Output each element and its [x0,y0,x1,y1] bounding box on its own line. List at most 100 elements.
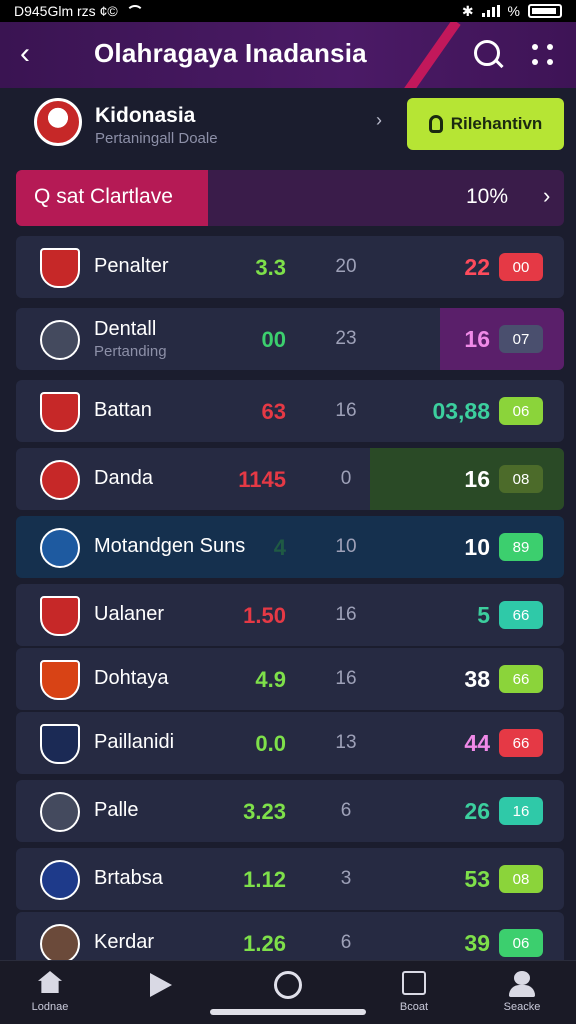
row-value-points: 22 [464,254,490,280]
more-dots-icon [532,59,538,65]
nav-edit[interactable]: Bcoat [364,965,464,1021]
row-team-name: Paillanidi [94,731,175,753]
search-button[interactable] [470,36,506,72]
row-value-points: 10 [464,534,490,560]
team-crest-icon [40,724,80,764]
row-badge: 16 [499,797,543,825]
row-value-points: 53 [464,866,490,892]
row-value-points: 26 [464,798,490,824]
nav-profile[interactable]: Seacke [472,965,572,1021]
notify-button[interactable]: Rilehantivn [407,98,564,150]
row-team-name: Battan [94,399,152,421]
standings-row[interactable]: Ualaner 1.50 16 5 66 [16,584,564,646]
more-dots-icon [547,59,553,65]
row-value-secondary: 3 [340,868,352,889]
status-bar: D945Glm rzs ¢© ✱ % [0,0,576,22]
standings-row[interactable]: Dentall Pertanding 00 23 16 07 [16,308,564,370]
edit-icon [402,971,426,995]
row-value-secondary: 10 [335,536,357,557]
row-value-points: 38 [464,666,490,692]
row-team-subtitle: Pertanding [94,343,167,360]
row-value-secondary: 6 [340,800,352,821]
row-value-secondary: 20 [335,256,357,277]
nav-home-label: Lodnae [31,1001,69,1013]
standings-row[interactable]: Palle 3.23 6 26 16 [16,780,564,842]
row-team-name: Dentall [94,318,157,340]
battery-icon [528,4,562,18]
nav-home[interactable]: Lodnae [0,965,100,1021]
search-icon-handle [494,58,504,69]
row-team-name: Dohtaya [94,667,169,689]
standings-row[interactable]: Dohtaya 4.9 16 38 66 [16,648,564,710]
standings-row[interactable]: Motandgen Suns 4 10 10 89 [16,516,564,578]
row-team-name: Palle [94,799,139,821]
nav-profile-label: Seacke [503,1001,541,1013]
progress-label-text: sat Clartlave [56,185,173,208]
row-value-primary: 1.26 [243,931,286,956]
notify-button-label: Rilehantivn [450,114,543,133]
row-value-secondary: 16 [335,668,357,689]
signal-icon [481,5,500,17]
row-badge: 06 [499,397,543,425]
chevron-right-icon: › [543,183,551,208]
row-value-primary: 0.0 [255,731,286,756]
row-value-secondary: 16 [335,604,357,625]
row-value-primary: 63 [261,399,286,424]
battery-percent: % [507,3,520,19]
more-dots-icon [547,44,553,50]
play-icon [150,973,172,997]
more-options-button[interactable] [528,40,560,72]
row-value-secondary: 0 [340,468,352,489]
row-value-points: 5 [477,602,490,628]
bell-icon [428,115,443,133]
row-value-primary: 3.3 [255,255,286,280]
page-title: Olahragaya Inadansia [94,38,367,68]
status-time: D945Glm rzs ¢© [14,3,118,19]
standings-list: Penalter 3.3 20 22 00 Dentall Pertanding 00 23 16… [16,236,564,974]
header-accent-stripe [389,22,461,88]
row-value-secondary: 6 [340,932,352,953]
row-badge: 66 [499,601,543,629]
standings-row[interactable]: Penalter 3.3 20 22 00 [16,236,564,298]
row-value-primary: 1.50 [243,603,286,628]
row-badge: 08 [499,465,543,493]
back-arrow-icon: ‹ [20,37,30,70]
standings-row[interactable]: Battan 63 16 03,88 06 [16,380,564,442]
team-subtitle: Pertaningall Doale [95,130,218,147]
season-progress-row[interactable]: Q sat Clartlave 10% › [16,170,564,226]
row-value-primary: 4.9 [255,667,286,692]
team-logo [34,98,82,146]
team-crest-icon [40,596,80,636]
row-value-primary: 1.12 [243,867,286,892]
row-badge: 00 [499,253,543,281]
row-badge: 66 [499,729,543,757]
progress-prefix-icon: Q [34,185,51,208]
wifi-icon [125,5,144,17]
row-badge: 06 [499,929,543,957]
row-team-name: Kerdar [94,931,155,953]
row-value-primary: 3.23 [243,799,286,824]
row-value-primary: 4 [273,535,286,560]
team-header[interactable]: Kidonasia Pertaningall Doale › Rilehanti… [0,88,576,164]
row-value-secondary: 23 [335,328,357,349]
team-crest-icon [40,660,80,700]
standings-row[interactable]: Paillanidi 0.0 13 44 66 [16,712,564,774]
row-team-name: Ualaner [94,603,165,625]
team-crest-icon [40,860,80,900]
circle-icon [274,971,302,999]
row-value-points: 39 [464,930,490,956]
nav-play[interactable] [110,965,210,1021]
row-badge: 07 [499,325,543,353]
row-value-primary: 1145 [238,467,286,492]
user-icon [514,971,530,985]
home-indicator [210,1009,366,1015]
status-left: D945Glm rzs ¢© [14,3,144,19]
row-value-secondary: 16 [335,400,357,421]
chevron-right-icon: › [376,110,382,130]
back-button[interactable]: ‹ [20,38,50,72]
row-team-name: Danda [94,467,153,489]
team-crest-icon [40,792,80,832]
row-badge: 89 [499,533,543,561]
standings-row[interactable]: Brtabsa 1.12 3 53 08 [16,848,564,910]
standings-row[interactable]: Danda 1145 0 16 08 [16,448,564,510]
